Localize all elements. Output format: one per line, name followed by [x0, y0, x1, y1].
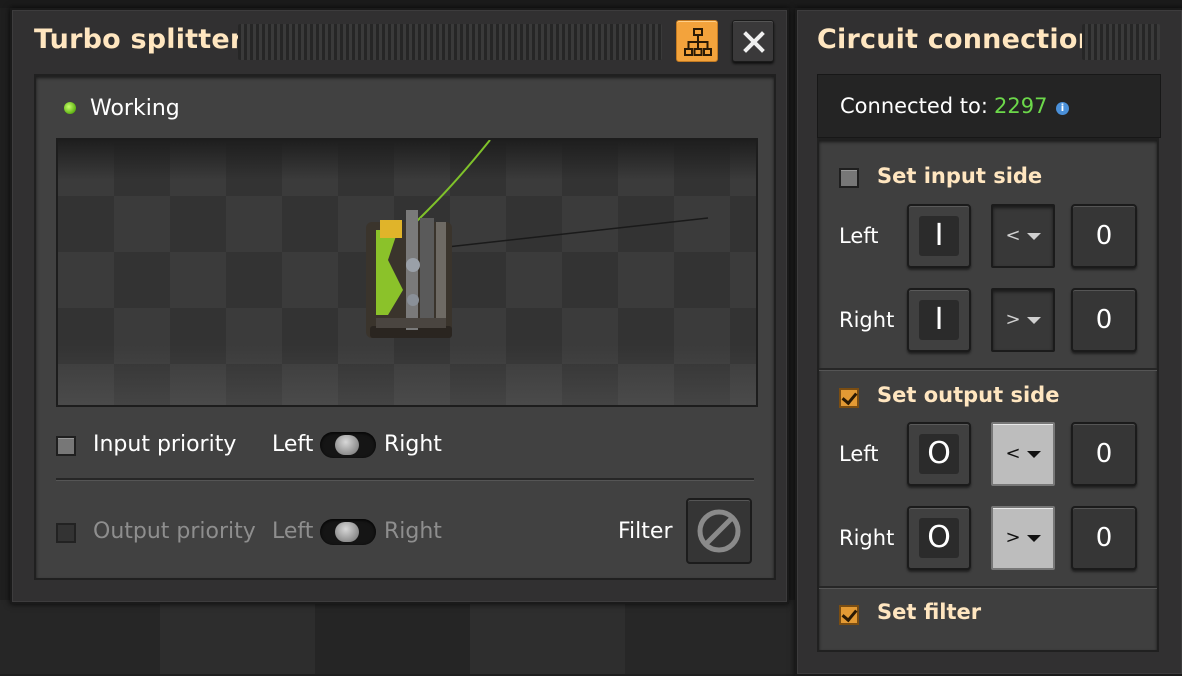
set-filter-label: Set filter	[877, 600, 982, 624]
network-hierarchy-icon	[684, 28, 712, 56]
output-right-signal-button[interactable]: O	[907, 506, 971, 570]
drag-handle[interactable]	[1082, 24, 1160, 60]
chevron-down-icon	[1026, 534, 1041, 542]
input-right-label: Right	[839, 308, 895, 332]
input-left-label: Left	[839, 224, 879, 248]
no-filter-icon	[697, 509, 741, 553]
input-priority-switch[interactable]	[320, 432, 376, 458]
chevron-down-icon	[1026, 232, 1041, 240]
output-left-signal-button[interactable]: O	[907, 422, 971, 486]
status-indicator-icon	[64, 102, 76, 114]
splitter-sprite-icon	[366, 140, 709, 338]
input-left-constant[interactable]: 0	[1071, 204, 1137, 268]
input-right-comparator[interactable]: >	[991, 288, 1055, 352]
input-priority-right-label: Right	[384, 432, 442, 457]
comparator-value: >	[1005, 527, 1021, 548]
divider	[56, 478, 754, 480]
circuit-window: Circuit connection Connected to: 2297 i …	[795, 8, 1182, 676]
set-output-side-checkbox[interactable]	[839, 388, 859, 408]
output-left-comparator[interactable]: <	[991, 422, 1055, 486]
comparator-value: >	[1005, 309, 1021, 330]
input-priority-checkbox[interactable]	[56, 436, 76, 456]
comparator-value: <	[1005, 443, 1021, 464]
splitter-window: Turbo splitter Working Input priority Le…	[10, 8, 789, 604]
output-priority-switch[interactable]	[320, 519, 376, 545]
drag-handle[interactable]	[238, 24, 662, 60]
output-left-constant[interactable]: 0	[1071, 422, 1137, 486]
chevron-down-icon	[1026, 450, 1041, 458]
connection-info: Connected to: 2297 i	[817, 74, 1161, 138]
output-right-comparator[interactable]: >	[991, 506, 1055, 570]
window-title: Turbo splitter	[34, 24, 244, 55]
signal-i-icon: I	[919, 216, 959, 256]
output-priority-right-label: Right	[384, 519, 442, 544]
splitter-content: Working Input priority Left Right Output…	[34, 74, 776, 580]
signal-o-icon: O	[919, 434, 959, 474]
output-priority-label: Output priority	[93, 519, 256, 544]
entity-preview[interactable]	[56, 138, 758, 407]
circuit-network-button[interactable]	[676, 20, 718, 62]
connected-label: Connected to:	[840, 94, 988, 118]
output-right-constant[interactable]: 0	[1071, 506, 1137, 570]
filter-label: Filter	[618, 519, 673, 544]
close-icon	[743, 31, 765, 53]
close-button[interactable]	[732, 20, 774, 62]
set-input-side-label: Set input side	[877, 164, 1043, 188]
splitter-titlebar[interactable]: Turbo splitter	[12, 10, 787, 72]
network-id: 2297	[994, 94, 1048, 118]
comparator-value: <	[1005, 225, 1021, 246]
filter-button[interactable]	[686, 498, 752, 564]
input-priority-label: Input priority	[93, 432, 237, 457]
output-left-label: Left	[839, 442, 879, 466]
input-left-signal-button[interactable]: I	[907, 204, 971, 268]
window-title: Circuit connection	[817, 24, 1098, 55]
input-left-comparator[interactable]: <	[991, 204, 1055, 268]
signal-i-icon: I	[919, 300, 959, 340]
status-text: Working	[90, 96, 180, 121]
circuit-settings: Set input side Left I < 0 Right I > 0 Se…	[817, 138, 1159, 652]
set-input-side-checkbox[interactable]	[839, 168, 859, 188]
info-icon[interactable]: i	[1056, 102, 1069, 115]
chevron-down-icon	[1026, 316, 1041, 324]
output-priority-left-label: Left	[272, 519, 314, 544]
divider	[819, 368, 1157, 370]
input-right-signal-button[interactable]: I	[907, 288, 971, 352]
divider	[819, 586, 1157, 588]
set-output-side-label: Set output side	[877, 383, 1060, 407]
signal-o-icon: O	[919, 518, 959, 558]
output-right-label: Right	[839, 526, 895, 550]
input-priority-left-label: Left	[272, 432, 314, 457]
set-filter-checkbox[interactable]	[839, 605, 859, 625]
circuit-titlebar[interactable]: Circuit connection	[797, 10, 1182, 72]
output-priority-checkbox[interactable]	[56, 523, 76, 543]
input-right-constant[interactable]: 0	[1071, 288, 1137, 352]
